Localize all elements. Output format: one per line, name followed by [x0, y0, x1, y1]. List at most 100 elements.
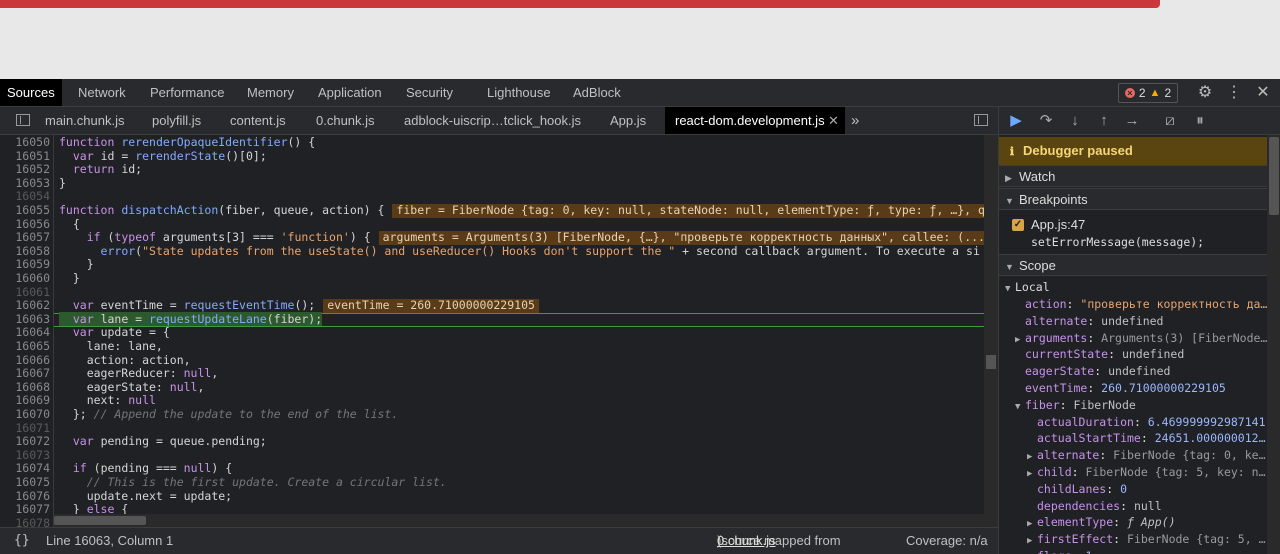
- tab-performance[interactable]: Performance: [143, 79, 231, 106]
- step-icon[interactable]: →: [1120, 107, 1144, 135]
- tab-lighthouse[interactable]: Lighthouse: [480, 79, 558, 106]
- scope-variable[interactable]: ▶ child: FiberNode {tag: 5, key: n…: [1027, 464, 1266, 481]
- line-number[interactable]: 16055: [0, 203, 50, 218]
- code-line[interactable]: 16061: [0, 285, 984, 300]
- line-number[interactable]: 16070: [0, 407, 50, 422]
- close-icon[interactable]: ✕: [1251, 79, 1275, 107]
- gear-icon[interactable]: ⚙: [1193, 79, 1217, 107]
- breakpoints-section-header[interactable]: ▼ Breakpoints: [999, 188, 1267, 210]
- code-editor[interactable]: 16050 function rerenderOpaqueIdentifier()…: [0, 135, 998, 527]
- file-tab-app[interactable]: App.js: [610, 107, 646, 134]
- code-line[interactable]: 16058 error("State updates from the useS…: [0, 244, 984, 259]
- line-number[interactable]: 16054: [0, 190, 50, 204]
- breakpoint-code[interactable]: setErrorMessage(message);: [1031, 235, 1204, 249]
- tab-network[interactable]: Network: [71, 79, 133, 106]
- step-over-icon[interactable]: ↷: [1034, 107, 1058, 135]
- code-line[interactable]: 16069 next: null: [0, 394, 984, 408]
- code-line[interactable]: 16073: [0, 448, 984, 463]
- code-line[interactable]: 16056 {: [0, 217, 984, 232]
- scope-variable[interactable]: eventTime: 260.71000000229105: [1015, 380, 1226, 397]
- line-number[interactable]: 16075: [0, 475, 50, 490]
- code-line[interactable]: 16055 function dispatchAction(fiber, queu…: [0, 203, 989, 218]
- line-number[interactable]: 16074: [0, 462, 50, 476]
- issues-counter[interactable]: × 2 ▲ 2: [1118, 83, 1178, 103]
- scope-variable[interactable]: childLanes: 0: [1027, 481, 1127, 498]
- line-number[interactable]: 16053: [0, 176, 50, 191]
- tab-adblock[interactable]: AdBlock: [566, 79, 628, 106]
- pretty-print-button[interactable]: {}: [14, 528, 30, 554]
- local-scope-header[interactable]: ▼ Local: [1005, 279, 1050, 296]
- code-line[interactable]: 16074 if (pending === null) {: [0, 462, 984, 476]
- tab-application[interactable]: Application: [311, 79, 389, 106]
- file-tab-0-chunk[interactable]: 0.chunk.js: [316, 107, 375, 134]
- scroll-thumb[interactable]: [1269, 137, 1279, 215]
- navigator-toggle-icon[interactable]: [16, 114, 30, 126]
- step-into-icon[interactable]: ↓: [1063, 107, 1087, 135]
- code-line[interactable]: 16054: [0, 190, 984, 204]
- file-tab-polyfill[interactable]: polyfill.js: [152, 107, 201, 134]
- line-number[interactable]: 16051: [0, 149, 50, 164]
- code-line[interactable]: 16062 var eventTime = requestEventTime()…: [0, 298, 984, 313]
- line-number[interactable]: 16078: [0, 516, 50, 527]
- line-number[interactable]: 16050: [0, 135, 50, 150]
- line-number[interactable]: 16076: [0, 489, 50, 504]
- file-tab-main-chunk[interactable]: main.chunk.js: [45, 107, 124, 134]
- line-number[interactable]: 16057: [0, 231, 50, 245]
- source-map-link[interactable]: 0.chunk.js: [717, 528, 776, 554]
- scope-variable[interactable]: action: "проверьте корректность да…: [1015, 296, 1267, 313]
- code-line[interactable]: 16057 if (typeof arguments[3] === 'funct…: [0, 230, 989, 245]
- code-line[interactable]: 16071: [0, 421, 984, 436]
- scope-variable[interactable]: alternate: undefined: [1015, 313, 1163, 330]
- line-number[interactable]: 16058: [0, 244, 50, 259]
- file-tab-adblock[interactable]: adblock-uiscrip…tclick_hook.js: [404, 107, 581, 134]
- scope-variable[interactable]: ▶ firstEffect: FiberNode {tag: 5, …: [1027, 531, 1266, 548]
- scope-variable[interactable]: dependencies: null: [1027, 498, 1162, 515]
- line-number[interactable]: 16061: [0, 285, 50, 300]
- line-number[interactable]: 16069: [0, 394, 50, 408]
- scope-variable[interactable]: ▶ alternate: FiberNode {tag: 0, ke…: [1027, 447, 1266, 464]
- line-number[interactable]: 16071: [0, 421, 50, 436]
- line-number[interactable]: 16064: [0, 326, 50, 340]
- more-tabs-icon[interactable]: »: [851, 107, 859, 134]
- horizontal-scrollbar[interactable]: [54, 514, 984, 527]
- code-line[interactable]: 16070 }; // Append the update to the end…: [0, 407, 984, 422]
- scope-variable[interactable]: flags: 1: [1027, 548, 1092, 554]
- vertical-scrollbar[interactable]: [984, 135, 998, 527]
- line-number[interactable]: 16077: [0, 503, 50, 517]
- scope-variable[interactable]: ▶ arguments: Arguments(3) [FiberNode…: [1015, 330, 1267, 347]
- code-line[interactable]: 16065 lane: lane,: [0, 339, 984, 354]
- line-number[interactable]: 16059: [0, 258, 50, 272]
- debugger-toggle-icon[interactable]: [974, 114, 988, 126]
- tab-security[interactable]: Security: [399, 79, 460, 106]
- code-line[interactable]: 16067 eagerReducer: null,: [0, 366, 984, 381]
- line-number[interactable]: 16072: [0, 435, 50, 449]
- code-line[interactable]: 16059 }: [0, 258, 984, 272]
- code-line[interactable]: 16068 eagerState: null,: [0, 380, 984, 395]
- line-number[interactable]: 16056: [0, 217, 50, 232]
- line-number[interactable]: 16065: [0, 339, 50, 354]
- resume-icon[interactable]: ▶: [1004, 107, 1028, 135]
- kebab-menu-icon[interactable]: ⋮: [1222, 79, 1246, 107]
- code-line[interactable]: 16072 var pending = queue.pending;: [0, 434, 984, 449]
- file-tab-content[interactable]: content.js: [230, 107, 286, 134]
- code-line[interactable]: 16064 var update = {: [0, 326, 984, 340]
- code-line[interactable]: 16050 function rerenderOpaqueIdentifier()…: [0, 135, 984, 150]
- line-number[interactable]: 16067: [0, 367, 50, 381]
- scope-variable[interactable]: actualDuration: 6.469999992987141: [1027, 414, 1266, 431]
- line-number[interactable]: 16068: [0, 380, 50, 395]
- code-line[interactable]: 16053}: [0, 176, 984, 191]
- chevron-down-icon[interactable]: ▼: [1015, 399, 1025, 416]
- file-tab-react-dom[interactable]: react-dom.development.js ✕: [665, 107, 845, 134]
- line-number[interactable]: 16073: [0, 448, 50, 463]
- scope-variable[interactable]: ▼ fiber: FiberNode: [1015, 397, 1136, 414]
- code-line[interactable]: 16051 var id = rerenderState()[0];: [0, 149, 984, 164]
- code-line[interactable]: 16052 return id;: [0, 162, 984, 177]
- code-line[interactable]: 16076 update.next = update;: [0, 489, 984, 504]
- sidebar-scrollbar[interactable]: [1267, 135, 1280, 554]
- line-number[interactable]: 16060: [0, 271, 50, 286]
- scope-variable[interactable]: currentState: undefined: [1015, 346, 1184, 363]
- close-icon[interactable]: ✕: [828, 107, 839, 134]
- watch-section-header[interactable]: ▶ Watch: [999, 165, 1267, 187]
- scope-section-header[interactable]: ▼ Scope: [999, 254, 1267, 276]
- line-number[interactable]: 16063: [0, 312, 50, 327]
